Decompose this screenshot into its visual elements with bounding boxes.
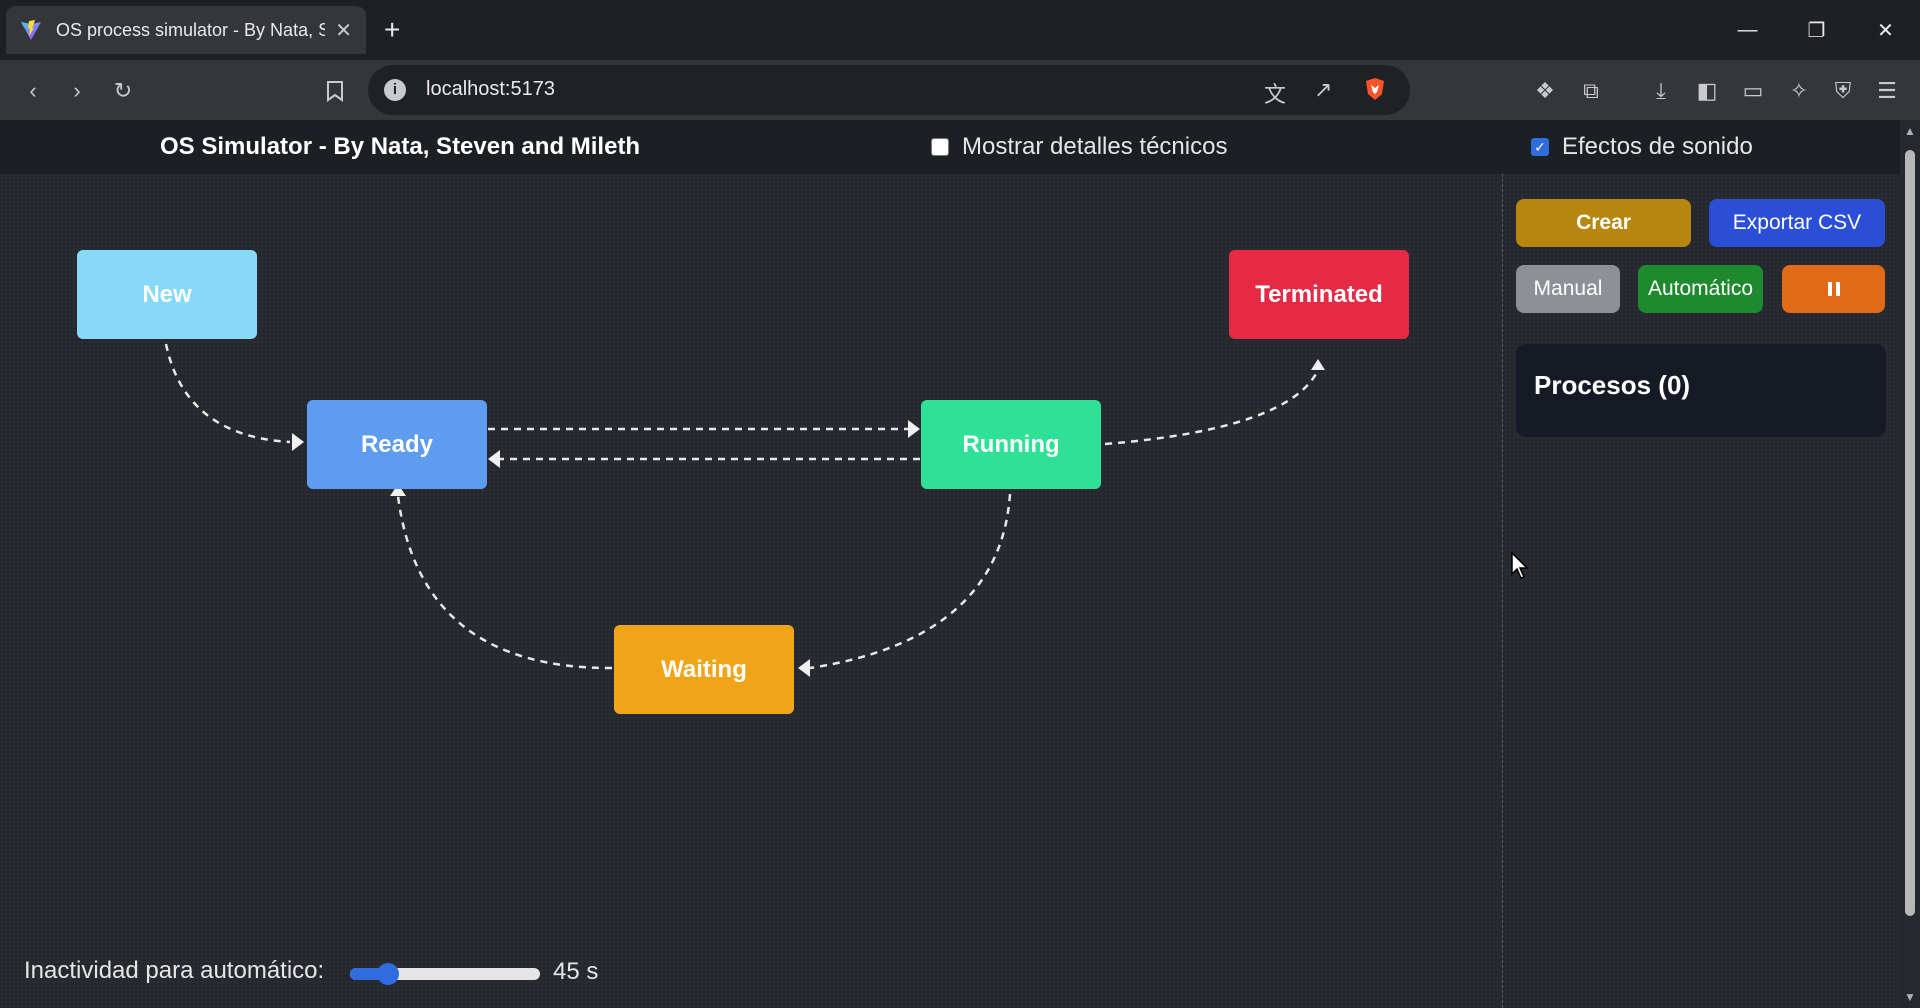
arrow-new-to-ready	[164, 343, 291, 444]
close-tab-icon[interactable]: ✕	[335, 18, 352, 43]
new-tab-button[interactable]: +	[384, 12, 400, 48]
sound-effects-label[interactable]: Efectos de sonido	[1562, 133, 1753, 161]
site-info-icon[interactable]: i	[384, 79, 406, 101]
arrowhead-ready-left	[488, 450, 500, 468]
state-waiting-label: Waiting	[661, 655, 747, 683]
tech-details-checkbox[interactable]	[931, 138, 949, 156]
arrowhead-running-in	[908, 420, 920, 438]
download-icon[interactable]: ⤓	[1646, 76, 1676, 106]
page-scrollbar[interactable]: ▲ ▼	[1900, 120, 1920, 1008]
idle-slider-thumb[interactable]	[377, 963, 399, 985]
state-new[interactable]: New	[77, 250, 257, 339]
close-window-icon[interactable]: ✕	[1851, 0, 1920, 60]
vpn-icon[interactable]: ⛨	[1828, 76, 1858, 106]
state-running-label: Running	[962, 430, 1060, 458]
state-diagram: New Ready Running Waiting Terminated	[0, 174, 1500, 1008]
minimize-icon[interactable]: —	[1713, 0, 1782, 60]
app-title: OS Simulator - By Nata, Steven and Milet…	[160, 133, 641, 160]
state-ready[interactable]: Ready	[307, 400, 487, 489]
app-header: OS Simulator - By Nata, Steven and Milet…	[0, 120, 1900, 174]
window-controls: — ❐ ✕	[1713, 0, 1920, 60]
arrow-waiting-to-ready	[396, 495, 613, 670]
translate-icon[interactable]: 文	[1264, 77, 1286, 109]
vite-favicon-icon	[21, 20, 41, 40]
pause-icon	[1827, 282, 1840, 296]
back-icon[interactable]: ‹	[18, 76, 48, 106]
browser-tab[interactable]: OS process simulator - By Nata, S ✕	[6, 6, 366, 54]
mouse-cursor-icon	[1511, 552, 1529, 579]
arrowhead-waiting-in	[798, 659, 810, 677]
arrow-running-to-terminated	[1104, 369, 1320, 446]
scroll-up-icon[interactable]: ▲	[1904, 124, 1916, 138]
bookmark-icon[interactable]	[320, 76, 350, 106]
menu-icon[interactable]: ☰	[1872, 76, 1902, 106]
state-running[interactable]: Running	[921, 400, 1101, 489]
app-root: OS Simulator - By Nata, Steven and Milet…	[0, 120, 1900, 1008]
forward-icon[interactable]: ›	[62, 76, 92, 106]
idle-value: 45 s	[553, 958, 599, 985]
sound-effects-checkbox[interactable]: ✓	[1531, 138, 1549, 156]
reload-icon[interactable]: ↻	[108, 76, 138, 106]
processes-title: Procesos (0)	[1534, 370, 1691, 400]
screenshot-icon[interactable]: ⧉	[1576, 76, 1606, 106]
state-new-label: New	[142, 280, 192, 308]
scroll-down-icon[interactable]: ▼	[1904, 990, 1916, 1004]
extensions-icon[interactable]: ❖	[1530, 76, 1560, 106]
arrowhead-terminated-in	[1311, 359, 1325, 370]
pause-button[interactable]	[1782, 265, 1885, 313]
idle-slider[interactable]	[350, 963, 540, 985]
address-bar[interactable]: i localhost:5173 文 ↗	[368, 65, 1410, 115]
state-terminated-label: Terminated	[1255, 280, 1383, 308]
url-text[interactable]: localhost:5173	[426, 78, 555, 101]
panel-divider	[1502, 174, 1503, 1008]
arrowhead-ready-in	[292, 433, 304, 451]
brave-shield-icon[interactable]	[1364, 77, 1386, 107]
leo-ai-icon[interactable]: ✧	[1784, 76, 1814, 106]
browser-tab-bar: OS process simulator - By Nata, S ✕ + — …	[0, 0, 1920, 60]
processes-panel: Procesos (0)	[1516, 344, 1886, 437]
create-button[interactable]: Crear	[1516, 199, 1691, 247]
state-waiting[interactable]: Waiting	[614, 625, 794, 714]
restore-icon[interactable]: ❐	[1782, 0, 1851, 60]
state-ready-label: Ready	[360, 430, 434, 458]
sidebar-icon[interactable]: ◧	[1692, 76, 1722, 106]
scroll-thumb[interactable]	[1905, 150, 1915, 916]
wallet-icon[interactable]: ▭	[1738, 76, 1768, 106]
manual-mode-button[interactable]: Manual	[1516, 265, 1620, 313]
export-csv-button[interactable]: Exportar CSV	[1709, 199, 1885, 247]
idle-label: Inactividad para automático:	[24, 957, 325, 984]
automatic-mode-button[interactable]: Automático	[1638, 265, 1763, 313]
arrow-running-to-waiting	[809, 493, 1012, 670]
state-terminated[interactable]: Terminated	[1229, 250, 1409, 339]
tab-title: OS process simulator - By Nata, S	[56, 19, 326, 40]
share-icon[interactable]: ↗	[1314, 77, 1332, 103]
tech-details-label[interactable]: Mostrar detalles técnicos	[962, 133, 1227, 161]
